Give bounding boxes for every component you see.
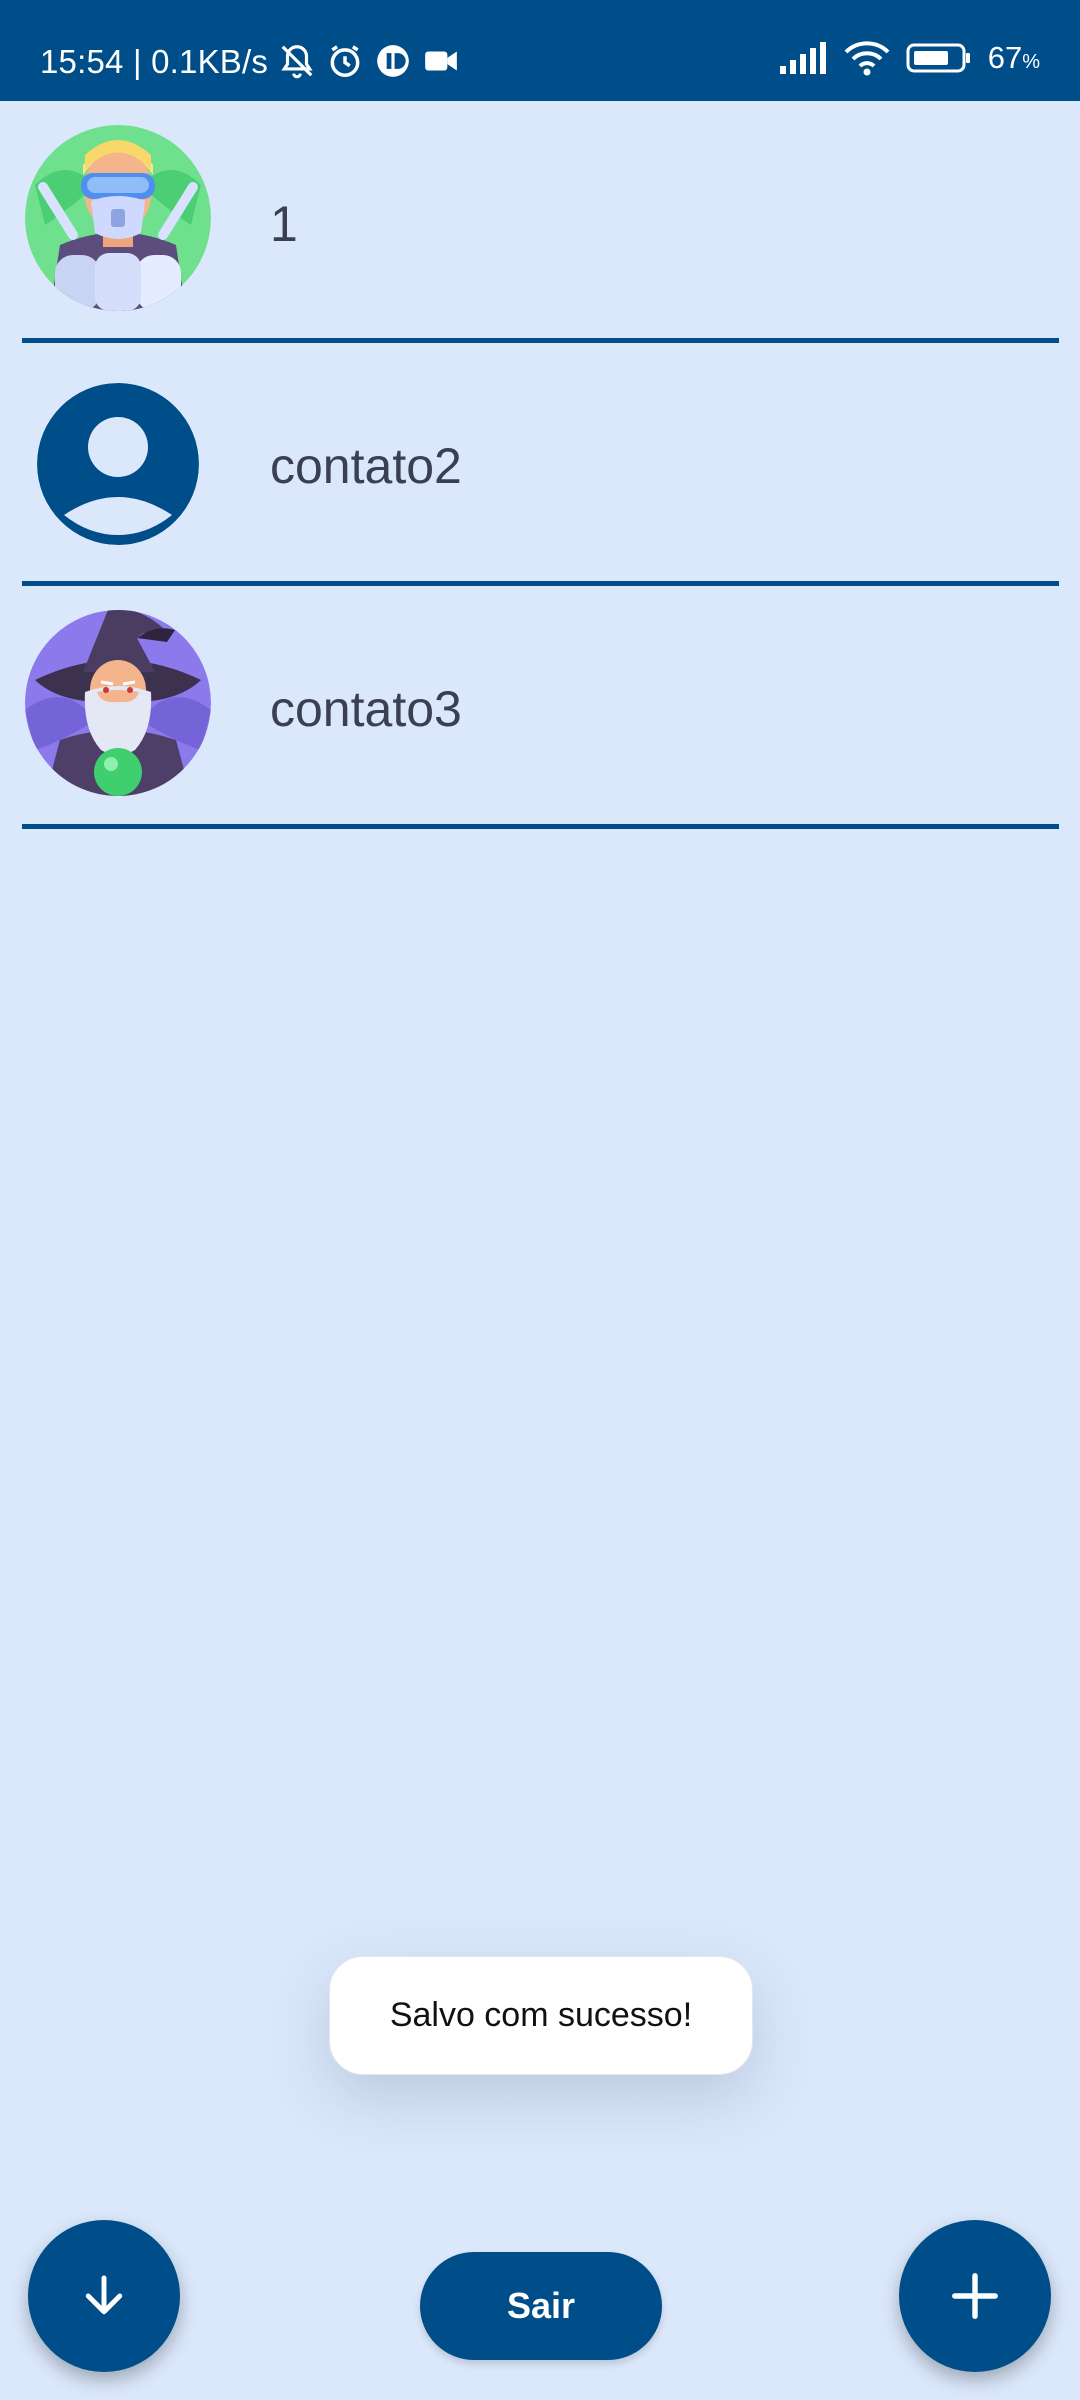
add-contact-button[interactable] (899, 2220, 1051, 2372)
contact-item[interactable]: 1 (0, 101, 1080, 341)
contact-item[interactable]: contato3 (0, 586, 1080, 826)
contact-name: contato2 (270, 438, 462, 494)
wizard-avatar (25, 610, 211, 796)
contact-name: 1 (270, 196, 298, 252)
robot-avatar (25, 125, 211, 311)
exit-button[interactable]: Sair (420, 2252, 662, 2360)
video-icon (425, 51, 457, 71)
bell-off-icon (281, 45, 313, 79)
contact-name: contato3 (270, 681, 462, 737)
wifi-icon (844, 41, 890, 76)
contact-item[interactable]: contato2 (0, 343, 1080, 583)
alarm-icon (330, 45, 360, 77)
status-bar: 15:54 | 0.1KB/s 67% (0, 0, 1080, 101)
plus-icon (952, 2273, 998, 2319)
battery-level: 67% (987, 40, 1040, 75)
battery-icon (906, 43, 970, 73)
app-icon (377, 45, 409, 77)
divider (22, 824, 1059, 829)
signal-icon (779, 42, 826, 74)
status-time-speed: 15:54 | 0.1KB/s (40, 42, 269, 80)
sort-button[interactable] (28, 2220, 180, 2372)
default-person-avatar (37, 383, 199, 545)
toast-message: Salvo com sucesso! (329, 1956, 753, 2075)
arrow-down-icon (85, 2275, 123, 2315)
